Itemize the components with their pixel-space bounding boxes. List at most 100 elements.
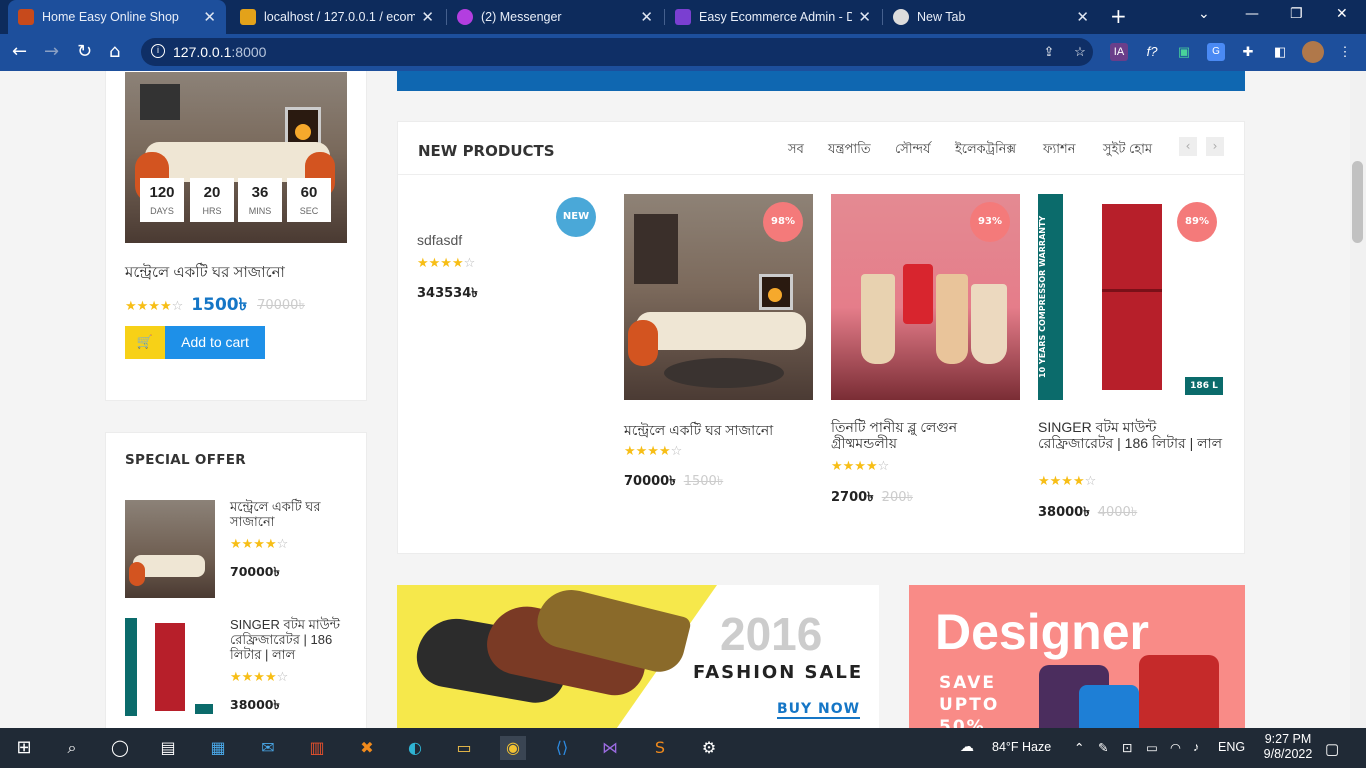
notification-icon[interactable]: ▢ <box>1325 740 1339 758</box>
site-info-icon[interactable]: i <box>151 44 165 58</box>
home-icon[interactable]: ⌂ <box>109 41 120 62</box>
bookmark-star-icon[interactable]: ☆ <box>1071 43 1089 61</box>
scrollbar-thumb[interactable] <box>1352 161 1363 243</box>
file-explorer-icon[interactable]: ▭ <box>452 736 476 760</box>
volume-icon[interactable]: ♪ <box>1193 740 1199 754</box>
special-item-title[interactable]: মন্ট্রেলে একটি ঘর সাজানো <box>230 499 350 529</box>
mail-icon[interactable]: ✉ <box>256 736 280 760</box>
task-view-icon[interactable]: ▤ <box>156 736 180 760</box>
category-tab-all[interactable]: সব <box>788 140 804 161</box>
visual-studio-icon[interactable]: ⋈ <box>598 736 622 760</box>
xampp-icon[interactable]: ✖ <box>355 736 379 760</box>
vscode-icon[interactable]: ⟨⟩ <box>550 736 574 760</box>
tab-title: Home Easy Online Shop <box>42 10 179 24</box>
windows-start-icon[interactable]: ⊞ <box>12 736 36 760</box>
kebab-menu-icon[interactable]: ⋮ <box>1336 43 1354 61</box>
pen-icon[interactable]: ✎ <box>1098 740 1108 755</box>
category-tab-sweet-home[interactable]: সুইট হোম <box>1103 140 1152 161</box>
fashion-sale-banner[interactable]: 2016 FASHION SALE BUY NOW <box>397 585 879 728</box>
minimize-button[interactable]: — <box>1245 6 1259 22</box>
tab-home-easy-online-shop[interactable]: Home Easy Online Shop ✕ <box>8 0 226 34</box>
weather-icon[interactable]: ☁ <box>960 738 974 755</box>
wifi-icon[interactable]: ◠ <box>1170 740 1181 755</box>
close-icon[interactable]: ✕ <box>421 8 434 26</box>
language-indicator[interactable]: ENG <box>1218 740 1245 754</box>
rating-stars: ★★★★☆ <box>417 256 476 271</box>
battery-icon[interactable]: ▭ <box>1146 740 1158 755</box>
section-banner-strip <box>397 71 1245 91</box>
ia-extension-icon[interactable]: IA <box>1110 43 1128 61</box>
deal-old-price: 70000৳ <box>257 297 305 313</box>
new-tab-button[interactable]: + <box>1110 4 1127 28</box>
formula-extension-icon[interactable]: f? <box>1143 43 1161 61</box>
share-icon[interactable]: ⇪ <box>1040 43 1058 61</box>
special-item-title[interactable]: SINGER বটম মাউন্ট রেফ্রিজারেটর | 186 লিট… <box>230 617 350 662</box>
category-tab-electronics[interactable]: ইলেকট্রনিক্স <box>955 140 1016 161</box>
reload-icon[interactable]: ↻ <box>77 41 92 62</box>
close-icon[interactable]: ✕ <box>858 8 871 26</box>
cortana-icon[interactable]: ◯ <box>108 736 132 760</box>
weather-text[interactable]: 84°F Haze <box>992 740 1051 754</box>
close-icon[interactable]: ✕ <box>1076 8 1089 26</box>
product-price: 343534৳ <box>417 286 478 301</box>
special-item-price: 70000৳ <box>230 564 280 579</box>
countdown-minutes: 36 MINS <box>238 178 282 222</box>
category-tab-beauty[interactable]: সৌন্দর্য <box>895 140 931 161</box>
page-scrollbar[interactable] <box>1350 71 1366 728</box>
cart-icon[interactable]: 🛒 <box>125 326 165 359</box>
deal-product-title[interactable]: মন্ট্রেলে একটি ঘর সাজানো <box>125 261 285 286</box>
sublime-text-icon[interactable]: S <box>648 736 672 760</box>
office-icon[interactable]: ▥ <box>305 736 329 760</box>
tab-title: localhost / 127.0.0.1 / ecom / <box>264 10 416 24</box>
url-host: 127.0.0.1 <box>173 44 232 60</box>
special-item-price: 38000৳ <box>230 697 280 712</box>
shop-favicon-icon <box>18 9 34 25</box>
close-window-button[interactable]: ✕ <box>1336 6 1348 22</box>
discount-badge: 98% <box>763 202 803 242</box>
tray-chevron-icon[interactable]: ⌃ <box>1074 740 1084 755</box>
product-title[interactable]: SINGER বটম মাউন্ট রেফ্রিজারেটর | 186 লিট… <box>1038 419 1227 451</box>
product-title[interactable]: sdfasdf <box>417 232 462 248</box>
designer-banner[interactable]: Designer SAVE UPTO 50% <box>909 585 1245 728</box>
edge-icon[interactable]: ◐ <box>403 736 427 760</box>
category-tab-fashion[interactable]: ফ্যাশন <box>1043 140 1076 161</box>
tab-search-chevron-icon[interactable]: ⌄ <box>1198 6 1210 22</box>
clock[interactable]: 9:27 PM 9/8/2022 <box>1258 732 1318 762</box>
product-old-price: 1500৳ <box>683 474 724 489</box>
settings-gear-icon[interactable]: ⚙ <box>697 736 721 760</box>
address-bar[interactable]: i 127.0.0.1:8000 <box>141 38 1093 66</box>
chrome-taskbar-icon[interactable]: ◉ <box>500 736 526 760</box>
add-to-cart-button[interactable]: Add to cart <box>165 326 265 359</box>
side-panel-icon[interactable]: ◧ <box>1271 43 1289 61</box>
product-price: 70000৳ <box>624 474 676 489</box>
tab-new-tab[interactable]: New Tab ✕ <box>883 0 1099 34</box>
carousel-next-button[interactable]: › <box>1206 137 1224 156</box>
buy-now-link[interactable]: BUY NOW <box>777 701 861 719</box>
back-arrow-icon[interactable]: ← <box>12 41 27 62</box>
extensions-puzzle-icon[interactable]: ✚ <box>1239 43 1257 61</box>
microsoft-store-icon[interactable]: ▦ <box>206 736 230 760</box>
product-title[interactable]: তিনটি পানীয় ব্লু লেগুন গ্রীষ্মমন্ডলীয় <box>831 419 1020 451</box>
special-offer-heading: SPECIAL OFFER <box>125 452 246 468</box>
forward-arrow-icon[interactable]: → <box>44 41 59 62</box>
carousel-prev-button[interactable]: ‹ <box>1179 137 1197 156</box>
close-icon[interactable]: ✕ <box>640 8 653 26</box>
close-icon[interactable]: ✕ <box>203 8 216 26</box>
rating-stars: ★★★★☆ <box>1038 474 1097 489</box>
profile-avatar[interactable] <box>1302 41 1324 63</box>
tab-messenger[interactable]: (2) Messenger ✕ <box>447 0 663 34</box>
product-old-price: 4000৳ <box>1097 505 1138 520</box>
tab-phpmyadmin[interactable]: localhost / 127.0.0.1 / ecom / ✕ <box>230 0 444 34</box>
product-title[interactable]: মন্ট্রেলে একটি ঘর সাজানো <box>624 419 813 443</box>
deal-card: 120 DAYS 20 HRS 36 MINS 60 SEC মন্ট্রেলে একট… <box>105 71 367 401</box>
search-icon[interactable]: ⌕ <box>60 736 84 760</box>
discount-badge: 93% <box>970 202 1010 242</box>
tab-easy-ecommerce-admin[interactable]: Easy Ecommerce Admin - Da ✕ <box>665 0 881 34</box>
network-device-icon[interactable]: ⊡ <box>1122 740 1132 755</box>
translate-extension-icon[interactable]: G <box>1207 43 1225 61</box>
living-room-thumbnail[interactable] <box>125 500 215 598</box>
category-tab-appliances[interactable]: যন্ত্রপাতি <box>828 140 871 161</box>
maximize-button[interactable]: ❐ <box>1290 6 1303 22</box>
screen-capture-extension-icon[interactable]: ▣ <box>1175 43 1193 61</box>
refrigerator-thumbnail[interactable] <box>125 618 215 718</box>
